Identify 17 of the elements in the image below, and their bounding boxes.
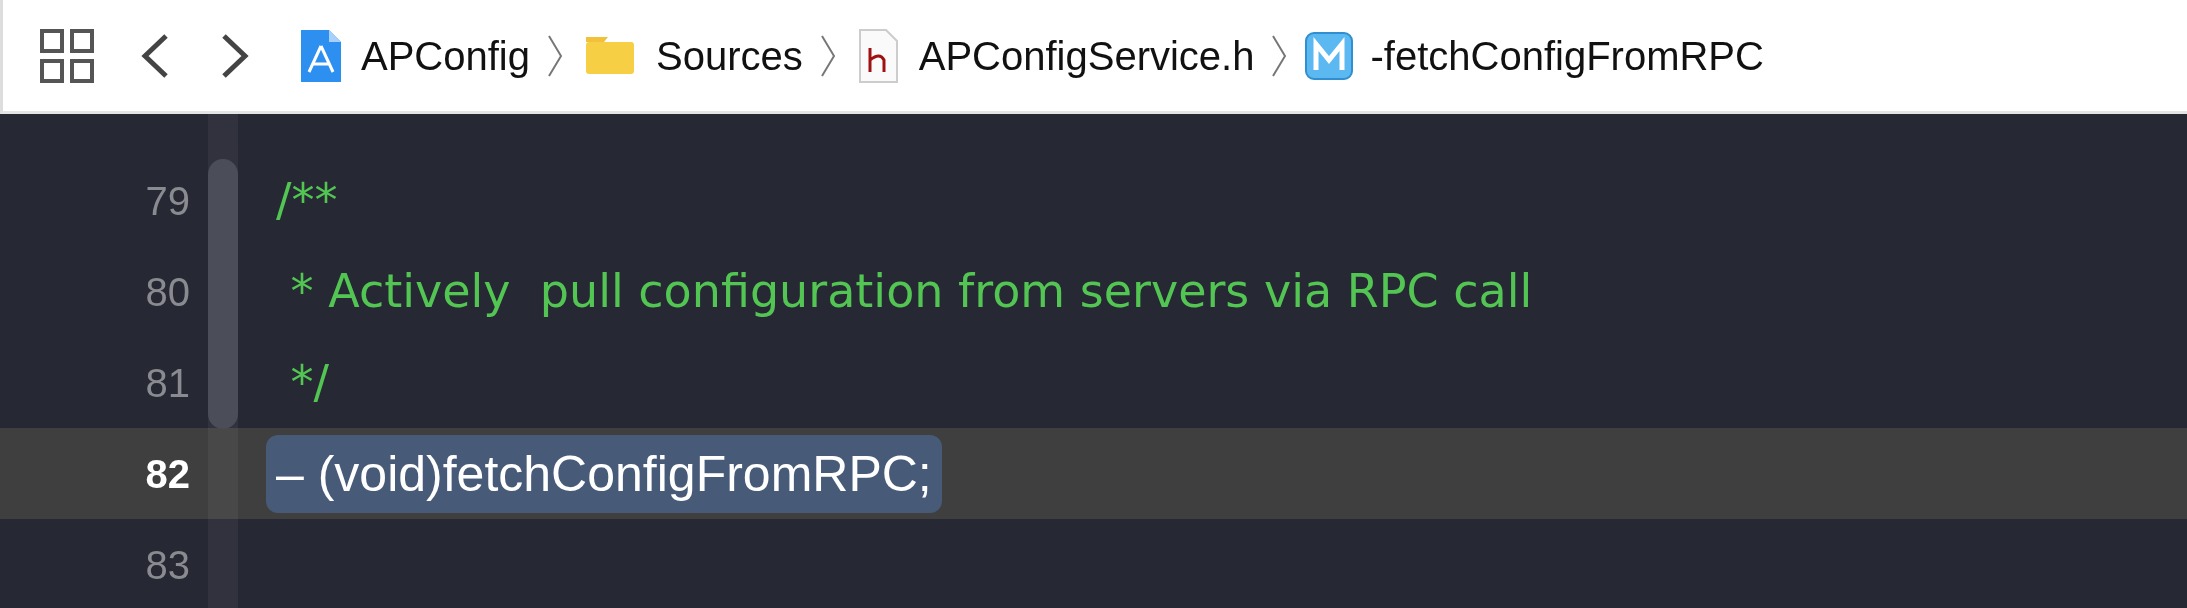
line-number: 80 [144, 268, 190, 316]
code-comment: */ [289, 354, 330, 411]
breadcrumb-item[interactable]: Sources [656, 25, 803, 86]
breadcrumb-item[interactable]: APConfigService.h [918, 25, 1255, 86]
code-comment: /** [276, 172, 338, 229]
related-items-icon[interactable] [39, 27, 95, 84]
breadcrumb-item[interactable]: APConfig [361, 25, 530, 86]
chevron-icon [818, 33, 837, 78]
line-number: 81 [144, 359, 190, 407]
line-number: 79 [144, 177, 190, 225]
breadcrumb-item[interactable]: -fetchConfigFromRPC [1370, 25, 1764, 86]
line-number: 83 [144, 541, 190, 589]
chevron-icon [546, 33, 564, 78]
line-number: 82 [144, 450, 190, 498]
chevron-icon [1270, 33, 1289, 78]
scrollbar-thumb[interactable] [208, 159, 238, 429]
code-comment: * Actively pull configuration from servers via RPC call [289, 263, 1533, 320]
